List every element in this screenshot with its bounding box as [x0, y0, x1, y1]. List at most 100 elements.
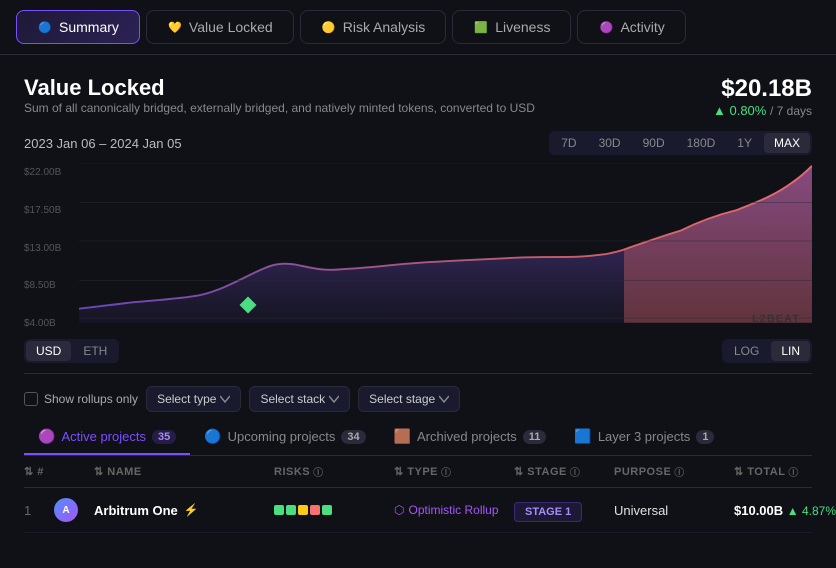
chart-watermark: L2BEAT	[752, 313, 800, 325]
purpose-info-icon[interactable]: ⓘ	[674, 464, 685, 479]
verified-badge: ⚡	[184, 503, 199, 517]
project-tabs: 🟣 Active projects 35 🔵 Upcoming projects…	[24, 420, 812, 456]
tab-liveness[interactable]: 🟩 Liveness	[452, 10, 571, 44]
row-risks	[274, 505, 394, 515]
th-purpose[interactable]: PURPOSE ⓘ	[614, 464, 734, 479]
th-stage-label: ⇅ STAGE	[514, 465, 567, 478]
chart-date-range: 2023 Jan 06 – 2024 Jan 05	[24, 136, 182, 151]
y-label-4: $8.50B	[24, 280, 79, 291]
chart-change: ▲ 0.80%	[713, 103, 766, 118]
tab-archived-projects[interactable]: 🟫 Archived projects 11	[380, 420, 561, 455]
table-header: ⇅ # ⇅ NAME RISKS ⓘ ⇅ TYPE ⓘ ⇅ STAGE ⓘ PU…	[24, 456, 812, 488]
table-row[interactable]: 1 A Arbitrum One ⚡ ⬡ Optimistic Rollup S…	[24, 488, 812, 533]
type-info-icon[interactable]: ⓘ	[441, 464, 452, 479]
tab-upcoming-projects[interactable]: 🔵 Upcoming projects 34	[190, 420, 379, 455]
risk-dot-5	[322, 505, 332, 515]
tab-summary[interactable]: 🔵 Summary	[16, 10, 140, 44]
chart-controls-top: 2023 Jan 06 – 2024 Jan 05 7D 30D 90D 180…	[24, 131, 812, 155]
archived-projects-icon: 🟫	[394, 428, 411, 445]
scale-buttons: LOG LIN	[722, 339, 812, 363]
th-name-label: ⇅ NAME	[94, 465, 142, 478]
layer3-projects-label: Layer 3 projects	[598, 429, 691, 444]
type-filter-chevron	[220, 394, 230, 404]
total-change: ▲ 4.87%	[787, 504, 836, 518]
th-icon	[54, 464, 94, 479]
stage-filter[interactable]: Select stage	[358, 386, 460, 412]
tab-risk-analysis[interactable]: 🟡 Risk Analysis	[300, 10, 446, 44]
chart-title: Value Locked	[24, 75, 535, 101]
total-value: $10.00B	[734, 503, 783, 518]
active-projects-label: Active projects	[61, 429, 146, 444]
layer3-projects-count: 1	[696, 430, 714, 444]
upcoming-projects-count: 34	[341, 430, 365, 444]
stack-filter[interactable]: Select stack	[249, 386, 350, 412]
active-projects-icon: 🟣	[38, 428, 55, 445]
filter-bar: Show rollups only Select type Select sta…	[24, 374, 812, 420]
time-btn-30d[interactable]: 30D	[589, 133, 631, 153]
currency-usd[interactable]: USD	[26, 341, 71, 361]
currency-buttons: USD ETH	[24, 339, 119, 363]
upcoming-projects-icon: 🔵	[204, 428, 221, 445]
th-name[interactable]: ⇅ NAME	[94, 464, 274, 479]
tab-activity[interactable]: 🟣 Activity	[577, 10, 685, 44]
value-locked-header: Value Locked Sum of all canonically brid…	[24, 75, 812, 127]
show-rollups-toggle[interactable]: Show rollups only	[24, 392, 138, 406]
tab-summary-label: Summary	[59, 19, 119, 35]
tab-value-locked[interactable]: 💛 Value Locked	[146, 10, 294, 44]
show-rollups-label: Show rollups only	[44, 392, 138, 406]
scale-lin[interactable]: LIN	[771, 341, 810, 361]
stage-filter-label: Select stage	[369, 392, 435, 406]
chart-svg	[79, 163, 812, 323]
time-buttons: 7D 30D 90D 180D 1Y MAX	[549, 131, 812, 155]
rollups-checkbox[interactable]	[24, 392, 38, 406]
risks-info-icon[interactable]: ⓘ	[313, 464, 324, 479]
risk-dot-2	[286, 505, 296, 515]
th-type[interactable]: ⇅ TYPE ⓘ	[394, 464, 514, 479]
time-btn-90d[interactable]: 90D	[633, 133, 675, 153]
row-project-name: Arbitrum One ⚡	[94, 503, 274, 518]
tab-active-projects[interactable]: 🟣 Active projects 35	[24, 420, 190, 455]
th-risks[interactable]: RISKS ⓘ	[274, 464, 394, 479]
archived-projects-count: 11	[523, 430, 547, 444]
chart-area: $22.00B $17.50B $13.00B $8.50B $4.00B	[24, 163, 812, 333]
row-number: 1	[24, 503, 54, 518]
th-purpose-label: PURPOSE	[614, 466, 671, 478]
tab-activity-label: Activity	[620, 19, 664, 35]
stage-info-icon[interactable]: ⓘ	[570, 464, 581, 479]
th-total-label: ⇅ TOTAL	[734, 465, 785, 478]
y-label-5: $4.00B	[24, 318, 79, 329]
time-btn-7d[interactable]: 7D	[551, 133, 586, 153]
time-btn-180d[interactable]: 180D	[677, 133, 726, 153]
type-filter-label: Select type	[157, 392, 216, 406]
tab-value-locked-label: Value Locked	[189, 19, 273, 35]
stack-filter-label: Select stack	[260, 392, 325, 406]
chart-controls-bottom: USD ETH LOG LIN	[24, 333, 812, 374]
time-btn-max[interactable]: MAX	[764, 133, 810, 153]
chart-total: $20.18B	[713, 75, 812, 103]
th-total[interactable]: ⇅ TOTAL ⓘ	[734, 464, 836, 479]
row-purpose: Universal	[614, 503, 734, 518]
currency-eth[interactable]: ETH	[73, 341, 117, 361]
time-btn-1y[interactable]: 1Y	[727, 133, 762, 153]
active-projects-count: 35	[152, 430, 176, 444]
type-filter[interactable]: Select type	[146, 386, 241, 412]
summary-icon: 🔵	[37, 19, 53, 35]
th-risks-label: RISKS	[274, 466, 310, 478]
stack-filter-chevron	[329, 394, 339, 404]
chart-change-period: / 7 days	[770, 104, 812, 118]
row-type: ⬡ Optimistic Rollup	[394, 503, 514, 517]
scale-log[interactable]: LOG	[724, 341, 769, 361]
y-label-1: $22.00B	[24, 167, 79, 178]
tab-liveness-label: Liveness	[495, 19, 550, 35]
type-icon: ⬡	[394, 503, 404, 517]
stage-badge: STAGE 1	[514, 502, 582, 522]
th-stage[interactable]: ⇅ STAGE ⓘ	[514, 464, 614, 479]
th-type-label: ⇅ TYPE	[394, 465, 438, 478]
th-num[interactable]: ⇅ #	[24, 464, 54, 479]
tab-layer3-projects[interactable]: 🟦 Layer 3 projects 1	[560, 420, 728, 455]
archived-projects-label: Archived projects	[417, 429, 517, 444]
layer3-projects-icon: 🟦	[574, 428, 591, 445]
total-info-icon[interactable]: ⓘ	[788, 464, 799, 479]
nav-bar: 🔵 Summary 💛 Value Locked 🟡 Risk Analysis…	[0, 0, 836, 55]
main-content: Value Locked Sum of all canonically brid…	[0, 55, 836, 533]
